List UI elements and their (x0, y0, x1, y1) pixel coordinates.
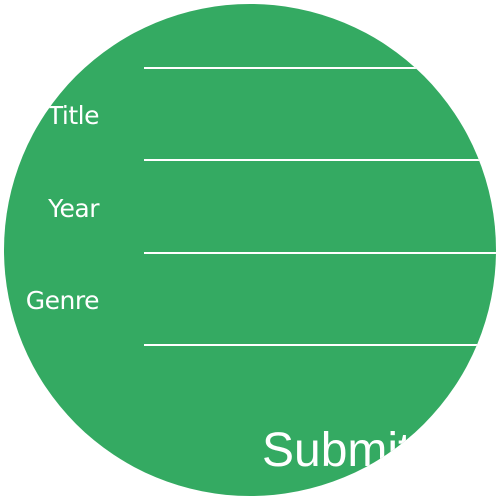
form-circle: Title Year Genre Submit (4, 4, 496, 496)
title-input[interactable] (144, 70, 496, 158)
year-input[interactable] (144, 162, 496, 250)
field-divider (144, 159, 496, 161)
title-label: Title (47, 101, 100, 130)
year-label: Year (48, 194, 99, 223)
genre-label: Genre (25, 286, 100, 315)
genre-input[interactable] (144, 255, 496, 343)
submit-button[interactable]: Submit (262, 421, 411, 481)
field-divider (144, 67, 496, 69)
field-divider (144, 252, 496, 254)
field-divider (144, 344, 496, 346)
